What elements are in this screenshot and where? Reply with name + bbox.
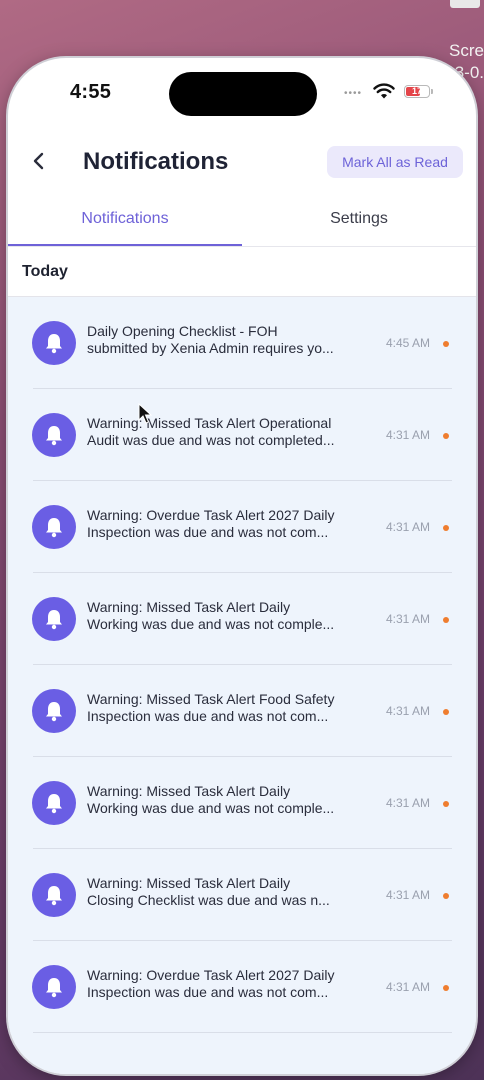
notification-time: 4:31 AM — [386, 888, 431, 902]
bell-icon — [32, 413, 76, 457]
unread-dot — [443, 617, 449, 623]
notification-line-2: Audit was due and was not completed... — [87, 432, 335, 448]
notification-item[interactable]: Warning: Missed Task Alert Daily Closing… — [8, 849, 476, 941]
notification-item[interactable]: Warning: Missed Task Alert Food Safety I… — [8, 665, 476, 757]
notification-line-2: Inspection was due and was not com... — [87, 984, 329, 1000]
unread-dot — [443, 709, 449, 715]
battery-icon: 17 — [404, 85, 433, 98]
section-header-today: Today — [8, 248, 476, 297]
bell-icon — [32, 689, 76, 733]
wifi-icon — [373, 83, 395, 99]
tab-settings[interactable]: Settings — [242, 200, 476, 246]
notification-text: Warning: Overdue Task Alert 2027 Daily I… — [87, 967, 370, 1001]
notification-line-1: Warning: Missed Task Alert Daily — [87, 599, 291, 615]
notification-time: 4:31 AM — [386, 980, 431, 994]
unread-dot — [443, 985, 449, 991]
notification-text: Warning: Missed Task Alert Daily Working… — [87, 599, 370, 633]
notification-line-2: Working was due and was not comple... — [87, 800, 335, 816]
notification-line-1: Warning: Missed Task Alert Operational — [87, 415, 332, 431]
mark-all-read-button[interactable]: Mark All as Read — [327, 146, 463, 178]
bell-icon — [32, 781, 76, 825]
bell-icon — [32, 321, 76, 365]
notification-time: 4:31 AM — [386, 704, 431, 718]
notification-line-2: Closing Checklist was due and was n... — [87, 892, 330, 908]
notification-item[interactable]: Warning: Missed Task Alert Daily Working… — [8, 757, 476, 849]
notification-time: 4:31 AM — [386, 428, 431, 442]
bell-icon — [32, 965, 76, 1009]
mouse-cursor-icon — [138, 403, 152, 424]
battery-level: 17 — [411, 86, 422, 96]
signal-dots-icon: •••• — [344, 88, 363, 99]
tab-notifications[interactable]: Notifications — [8, 200, 242, 246]
notification-text: Warning: Missed Task Alert Daily Working… — [87, 783, 370, 817]
unread-dot — [443, 893, 449, 899]
desktop-window-corner — [450, 0, 480, 8]
notification-time: 4:31 AM — [386, 796, 431, 810]
bell-icon — [32, 505, 76, 549]
dynamic-island — [169, 72, 317, 116]
notification-line-2: Inspection was due and was not com... — [87, 524, 329, 540]
notification-item[interactable]: Warning: Missed Task Alert Operational A… — [8, 389, 476, 481]
tab-bar: Notifications Settings — [8, 200, 476, 247]
notification-item[interactable]: Warning: Missed Task Alert Daily Working… — [8, 573, 476, 665]
back-chevron-icon[interactable] — [28, 146, 50, 176]
bell-icon — [32, 597, 76, 641]
page-title: Notifications — [83, 148, 229, 175]
bell-icon — [32, 873, 76, 917]
notification-time: 4:31 AM — [386, 612, 431, 626]
notification-list[interactable]: Daily Opening Checklist - FOH submitted … — [8, 297, 476, 1074]
notification-line-2: Inspection was due and was not com... — [87, 708, 329, 724]
unread-dot — [443, 433, 449, 439]
notification-text: Warning: Missed Task Alert Food Safety I… — [87, 691, 370, 725]
notification-line-1: Warning: Overdue Task Alert 2027 Daily — [87, 507, 335, 523]
notification-item[interactable]: Warning: Overdue Task Alert 2027 Daily I… — [8, 481, 476, 573]
unread-dot — [443, 525, 449, 531]
header: Notifications Mark All as Read — [8, 138, 476, 188]
notification-item[interactable]: Daily Opening Checklist - FOH submitted … — [8, 297, 476, 389]
notification-line-2: submitted by Xenia Admin requires yo... — [87, 340, 334, 356]
divider — [33, 1032, 452, 1033]
notification-line-2: Working was due and was not comple... — [87, 616, 335, 632]
notification-line-1: Warning: Missed Task Alert Food Safety — [87, 691, 335, 707]
unread-dot — [443, 341, 449, 347]
status-time: 4:55 — [70, 81, 112, 103]
notification-text: Warning: Missed Task Alert Daily Closing… — [87, 875, 370, 909]
notification-line-1: Warning: Missed Task Alert Daily — [87, 783, 291, 799]
notification-line-1: Daily Opening Checklist - FOH — [87, 323, 278, 339]
notification-time: 4:31 AM — [386, 520, 431, 534]
notification-text: Warning: Missed Task Alert Operational A… — [87, 415, 370, 449]
notification-text: Daily Opening Checklist - FOH submitted … — [87, 323, 370, 357]
notification-text: Warning: Overdue Task Alert 2027 Daily I… — [87, 507, 370, 541]
status-bar: 4:55 •••• 17 — [8, 58, 476, 128]
notification-line-1: Warning: Missed Task Alert Daily — [87, 875, 291, 891]
section-label: Today — [22, 263, 68, 280]
notification-line-1: Warning: Overdue Task Alert 2027 Daily — [87, 967, 335, 983]
notification-time: 4:45 AM — [386, 336, 431, 350]
unread-dot — [443, 801, 449, 807]
phone-screen: 4:55 •••• 17 Notifications Mark All as R… — [8, 58, 476, 1074]
notification-item[interactable]: Warning: Overdue Task Alert 2027 Daily I… — [8, 941, 476, 1033]
